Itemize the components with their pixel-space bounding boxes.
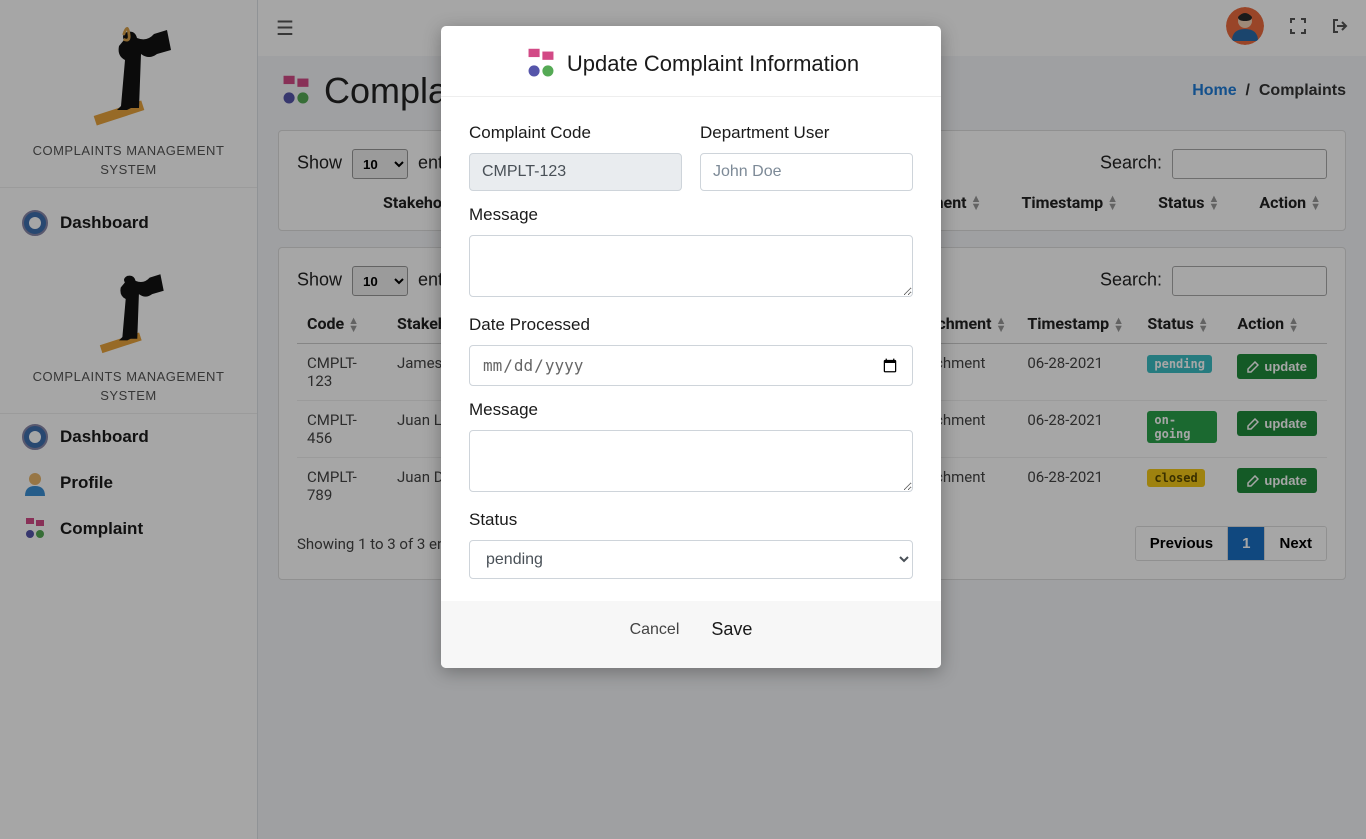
input-date-processed[interactable] [469, 345, 913, 386]
label-user: Department User [700, 123, 913, 143]
complaint-icon [523, 46, 559, 82]
label-date: Date Processed [469, 315, 913, 335]
modal-title: Update Complaint Information [567, 51, 859, 77]
label-status: Status [469, 510, 913, 530]
save-button[interactable]: Save [711, 619, 752, 640]
input-department-user[interactable] [700, 153, 913, 191]
textarea-message1[interactable] [469, 235, 913, 297]
modal-body: Complaint Code Department User Message D… [441, 97, 941, 601]
update-complaint-modal: Update Complaint Information Complaint C… [441, 26, 941, 668]
input-complaint-code [469, 153, 682, 191]
select-status[interactable]: pending [469, 540, 913, 579]
label-message2: Message [469, 400, 913, 420]
modal-footer: Cancel Save [441, 601, 941, 668]
label-code: Complaint Code [469, 123, 682, 143]
modal-header: Update Complaint Information [441, 26, 941, 97]
label-message1: Message [469, 205, 913, 225]
cancel-button[interactable]: Cancel [630, 619, 680, 640]
textarea-message2[interactable] [469, 430, 913, 492]
